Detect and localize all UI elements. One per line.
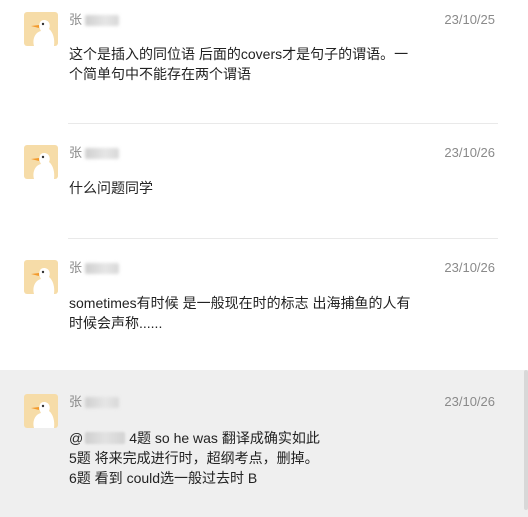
comment-text-line: @4题 so he was 翻译成确实如此 (69, 430, 320, 446)
comment-text-line: 这个是插入的同位语 后面的covers才是句子的谓语。一 (69, 46, 409, 62)
duck-avatar-icon (24, 12, 58, 46)
comment-text-line: 时候会声称...... (69, 315, 163, 331)
comment-date: 23/10/26 (444, 260, 495, 275)
comment-text-line: sometimes有时候 是一般现在时的标志 出海捕鱼的人有 (69, 295, 411, 311)
comment-text-line: 6题 看到 could选一般过去时 B (69, 470, 258, 486)
mention-blurred-user[interactable] (85, 432, 126, 444)
blurred-name (85, 397, 120, 409)
comment-text: 这个是插入的同位语 后面的covers才是句子的谓语。一 个简单句中不能存在两个… (69, 44, 429, 84)
duck-avatar-icon (24, 260, 58, 294)
mention-at[interactable]: @ (69, 430, 83, 446)
comment-text-line: 5题 将来完成进行时，超纲考点，删掉。 (69, 450, 319, 466)
comment-list: 张 23/10/25 这个是插入的同位语 后面的covers才是句子的谓语。一 … (0, 0, 528, 517)
comment-item: 张 23/10/26 sometimes有时候 是一般现在时的标志 出海捕鱼的人… (0, 239, 528, 370)
commenter-name: 张 (69, 145, 120, 161)
avatar[interactable] (24, 12, 58, 46)
duck-avatar-icon (24, 394, 58, 428)
commenter-name: 张 (69, 394, 120, 410)
commenter-name: 张 (69, 12, 120, 28)
avatar[interactable] (24, 145, 58, 179)
blurred-name (85, 263, 120, 275)
comment-text-line: 什么问题同学 (69, 180, 153, 196)
avatar[interactable] (24, 260, 58, 294)
comment-text-line: 个简单句中不能存在两个谓语 (69, 66, 251, 82)
comment-item: 张 23/10/26 什么问题同学 (0, 124, 528, 238)
blurred-name (85, 148, 120, 160)
duck-avatar-icon (24, 145, 58, 179)
comment-date: 23/10/25 (444, 12, 495, 27)
comment-date: 23/10/26 (444, 145, 495, 160)
comment-text: @4题 so he was 翻译成确实如此 5题 将来完成进行时，超纲考点，删掉… (69, 428, 429, 488)
comment-date: 23/10/26 (444, 394, 495, 409)
comment-text: 什么问题同学 (69, 178, 429, 198)
scrollbar[interactable] (524, 370, 528, 510)
comment-item-highlighted: 张 23/10/26 @4题 so he was 翻译成确实如此 5题 将来完成… (0, 370, 528, 517)
blurred-name (85, 15, 120, 27)
comment-text: sometimes有时候 是一般现在时的标志 出海捕鱼的人有 时候会声称....… (69, 293, 429, 333)
comment-item: 张 23/10/25 这个是插入的同位语 后面的covers才是句子的谓语。一 … (0, 0, 528, 123)
avatar[interactable] (24, 394, 58, 428)
commenter-name: 张 (69, 260, 120, 276)
